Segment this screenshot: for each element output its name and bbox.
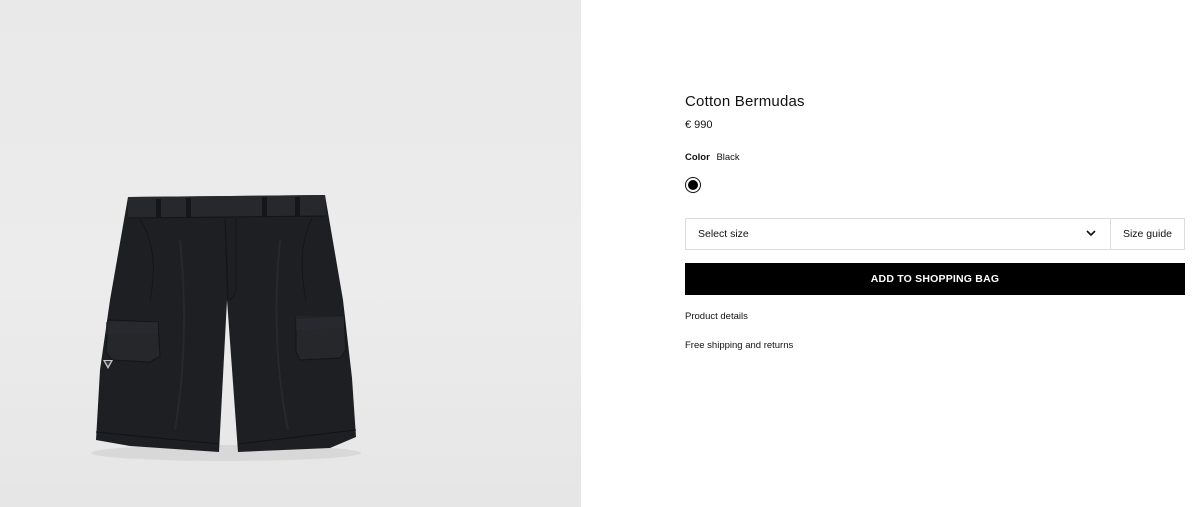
product-image bbox=[91, 195, 361, 461]
color-label: Color bbox=[685, 152, 710, 163]
selected-color-value: Black bbox=[716, 152, 740, 163]
size-select-dropdown[interactable]: Select size bbox=[686, 219, 1110, 249]
add-to-bag-button[interactable]: ADD TO SHOPPING BAG bbox=[685, 263, 1185, 295]
color-row: Color Black bbox=[685, 152, 740, 163]
product-page: Cotton Bermudas € 990 Color Black Select… bbox=[0, 0, 1200, 507]
product-price: € 990 bbox=[685, 119, 713, 131]
size-guide-link[interactable]: Size guide bbox=[1110, 219, 1184, 249]
swatch-fill bbox=[688, 180, 698, 190]
product-title: Cotton Bermudas bbox=[685, 93, 805, 110]
chevron-down-icon bbox=[1086, 228, 1096, 240]
size-select-label: Select size bbox=[698, 228, 749, 240]
shipping-returns-link[interactable]: Free shipping and returns bbox=[685, 340, 793, 351]
color-swatch-black[interactable] bbox=[685, 177, 701, 193]
size-row: Select size Size guide bbox=[685, 218, 1185, 250]
product-image-gallery[interactable] bbox=[0, 0, 581, 507]
product-details-link[interactable]: Product details bbox=[685, 311, 748, 322]
product-info-panel: Cotton Bermudas € 990 Color Black Select… bbox=[685, 0, 1185, 507]
